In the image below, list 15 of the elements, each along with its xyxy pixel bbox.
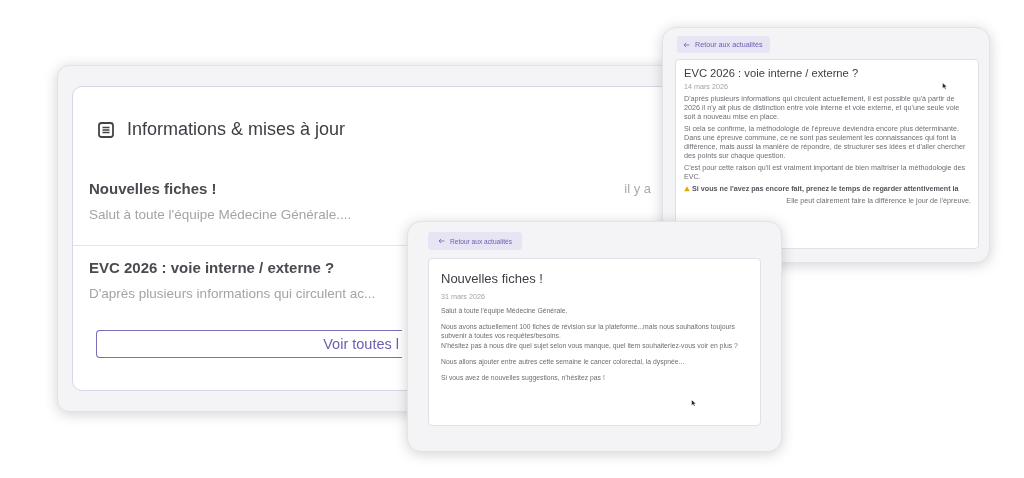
article-title: EVC 2026 : voie interne / externe ? <box>684 67 860 79</box>
news-time: il y a <box>624 181 651 196</box>
article-title: Nouvelles fiches ! <box>441 271 544 286</box>
back-arrow-icon <box>438 238 445 244</box>
cursor-icon <box>691 399 696 407</box>
section-title: Informations & mises à jour <box>127 119 346 140</box>
news-title[interactable]: EVC 2026 : voie interne / externe ? <box>89 259 335 276</box>
cursor-icon <box>942 82 947 90</box>
warning-icon <box>684 186 690 192</box>
view-all-button[interactable]: Voir toutes l <box>96 330 402 358</box>
news-snippet: Salut à toute l'équipe Médecine Générale.... <box>89 207 352 222</box>
news-title[interactable]: Nouvelles fiches ! <box>89 180 217 197</box>
back-arrow-icon <box>683 41 690 48</box>
news-snippet: D'après plusieurs informations qui circulent ac... <box>89 286 376 301</box>
list-icon <box>97 120 115 139</box>
